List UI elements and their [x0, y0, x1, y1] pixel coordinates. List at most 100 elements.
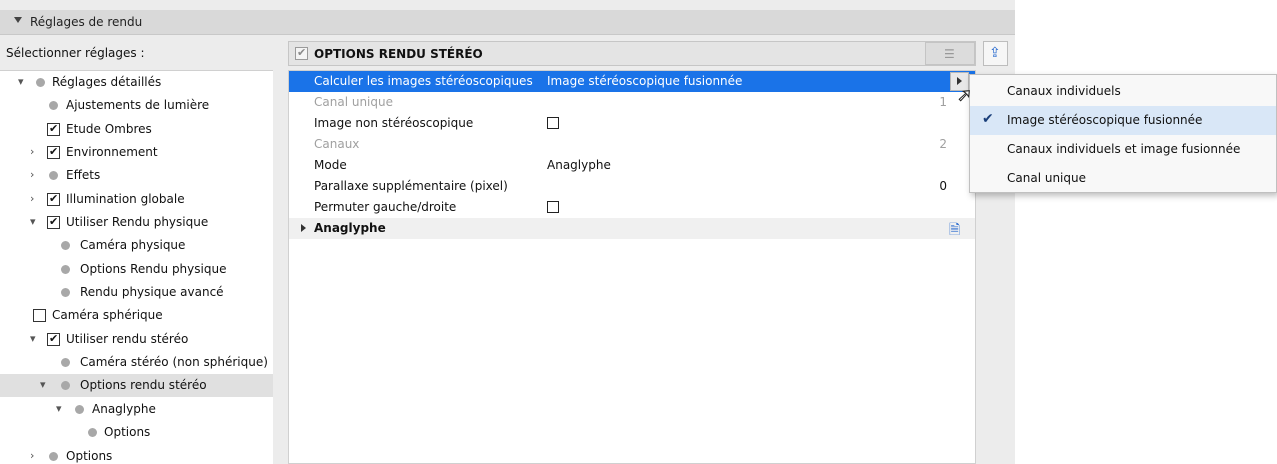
chevron-right-icon[interactable]: › — [30, 450, 40, 462]
dot-icon — [61, 381, 70, 390]
dot-icon — [36, 78, 45, 87]
tree-item-effets[interactable]: › Effets — [0, 164, 273, 187]
tree-item-options-rendu-physique[interactable]: Options Rendu physique — [0, 258, 273, 281]
tree-item-rendu-physique-avance[interactable]: Rendu physique avancé — [0, 281, 273, 304]
property-label: Permuter gauche/droite — [314, 200, 457, 214]
property-label: Parallaxe supplémentaire (pixel) — [314, 179, 508, 193]
dropdown-item-label: Canaux individuels et image fusionnée — [1007, 142, 1241, 156]
property-value[interactable]: 0 — [939, 179, 947, 193]
checkmark-icon: ✔ — [982, 111, 994, 127]
tree-item-camera-stereo[interactable]: Caméra stéréo (non sphérique) — [0, 351, 273, 374]
cursor-icon: ➚ — [956, 85, 973, 107]
property-value[interactable]: Anaglyphe — [547, 158, 611, 172]
tree-item-label: Options rendu stéréo — [80, 378, 207, 392]
header-checkbox[interactable] — [295, 46, 308, 60]
tree-item-anaglyphe-options[interactable]: Options — [0, 421, 273, 444]
property-value: 1 — [939, 95, 947, 109]
tree-item-label: Utiliser Rendu physique — [66, 215, 209, 229]
chevron-down-icon[interactable]: ▾ — [56, 403, 66, 415]
calc-dropdown-menu: Canaux individuels ✔ Image stéréoscopiqu… — [969, 74, 1277, 193]
tree-item-etude-ombres[interactable]: Etude Ombres — [0, 118, 273, 141]
select-settings-label: Sélectionner réglages : — [6, 46, 145, 60]
property-grid: Calculer les images stéréoscopiques Imag… — [288, 70, 976, 464]
dot-icon — [61, 288, 70, 297]
checkbox[interactable] — [47, 122, 60, 136]
property-row-permuter[interactable]: Permuter gauche/droite — [289, 197, 975, 218]
property-row-canal-unique: Canal unique 1 — [289, 92, 975, 113]
list-view-button[interactable]: ☰ — [925, 42, 975, 65]
tree-item-environnement[interactable]: › Environnement — [0, 141, 273, 164]
tree-item-label: Caméra physique — [80, 238, 186, 252]
panel-title: Réglages de rendu — [30, 15, 143, 29]
property-row-parallaxe[interactable]: Parallaxe supplémentaire (pixel) 0 — [289, 176, 975, 197]
tree-item-rendu-physique[interactable]: ▾ Utiliser Rendu physique — [0, 211, 273, 234]
dropdown-item-canal-unique[interactable]: Canal unique — [970, 164, 1276, 193]
tree-item-label: Anaglyphe — [92, 402, 156, 416]
checkbox[interactable] — [47, 192, 60, 206]
property-row-non-stereo[interactable]: Image non stéréoscopique — [289, 113, 975, 134]
property-label: Canal unique — [314, 95, 393, 109]
tree-item-camera-physique[interactable]: Caméra physique — [0, 234, 273, 257]
tree-item-label: Caméra stéréo (non sphérique) — [80, 355, 268, 369]
settings-doc-icon[interactable]: 🗎 — [949, 219, 960, 243]
export-button[interactable]: ⇪ — [983, 41, 1008, 66]
property-value[interactable]: Image stéréoscopique fusionnée — [547, 74, 742, 88]
collapse-triangle-icon[interactable] — [14, 17, 22, 23]
checkbox[interactable] — [47, 332, 60, 346]
panel-titlebar[interactable]: Réglages de rendu — [0, 10, 1015, 35]
tree-item-label: Caméra sphérique — [52, 308, 163, 322]
tree-item-ajustements-lumiere[interactable]: Ajustements de lumière — [0, 94, 273, 117]
dot-icon — [61, 358, 70, 367]
settings-tree: ▾ Réglages détaillés Ajustements de lumi… — [0, 70, 273, 464]
dot-icon — [61, 265, 70, 274]
tree-item-label: Effets — [66, 168, 101, 182]
property-value: 2 — [939, 137, 947, 151]
dropdown-item-image-fusionnee[interactable]: ✔ Image stéréoscopique fusionnée — [970, 106, 1276, 135]
tree-item-label: Options — [104, 425, 151, 439]
tree-item-anaglyphe[interactable]: ▾ Anaglyphe — [0, 398, 273, 421]
dot-icon — [88, 428, 97, 437]
tree-item-label: Options — [66, 449, 113, 463]
render-settings-panel: Réglages de rendu Sélectionner réglages … — [0, 0, 1015, 464]
dot-icon — [49, 171, 58, 180]
options-header: OPTIONS RENDU STÉRÉO — [288, 41, 976, 66]
chevron-down-icon[interactable]: ▾ — [40, 379, 50, 391]
chevron-down-icon[interactable]: ▾ — [30, 216, 40, 228]
chevron-right-icon[interactable]: › — [30, 146, 40, 158]
tree-item-label: Options Rendu physique — [80, 262, 227, 276]
tree-item-camera-spherique[interactable]: Caméra sphérique — [0, 304, 273, 327]
tree-item-label: Etude Ombres — [66, 122, 152, 136]
tree-item-options-rendu-stereo[interactable]: ▾ Options rendu stéréo — [0, 374, 273, 397]
options-header-title: OPTIONS RENDU STÉRÉO — [314, 47, 483, 61]
tree-item-reglages-detailles[interactable]: ▾ Réglages détaillés — [0, 71, 273, 94]
tree-item-illumination-globale[interactable]: › Illumination globale — [0, 188, 273, 211]
property-group-anaglyphe[interactable]: Anaglyphe 🗎 — [289, 218, 975, 239]
non-stereo-checkbox[interactable] — [547, 117, 559, 129]
property-row-calculer[interactable]: Calculer les images stéréoscopiques Imag… — [289, 71, 975, 92]
checkbox[interactable] — [47, 145, 60, 159]
tree-item-label: Environnement — [66, 145, 158, 159]
chevron-down-icon[interactable]: ▾ — [18, 76, 28, 88]
checkbox[interactable] — [33, 309, 46, 322]
chevron-down-icon[interactable]: ▾ — [30, 333, 40, 345]
dropdown-item-canaux-et-image[interactable]: Canaux individuels et image fusionnée — [970, 135, 1276, 164]
tree-item-label: Réglages détaillés — [52, 75, 162, 89]
dropdown-item-canaux-individuels[interactable]: Canaux individuels — [970, 77, 1276, 106]
swap-checkbox[interactable] — [547, 201, 559, 213]
property-label: Image non stéréoscopique — [314, 116, 474, 130]
checkbox[interactable] — [47, 215, 60, 229]
expand-triangle-icon[interactable] — [301, 224, 306, 232]
tree-item-rendu-stereo[interactable]: ▾ Utiliser rendu stéréo — [0, 328, 273, 351]
chevron-right-icon[interactable]: › — [30, 169, 40, 181]
tree-item-options[interactable]: › Options — [0, 445, 273, 464]
group-label: Anaglyphe — [314, 221, 386, 235]
tree-item-label: Ajustements de lumière — [66, 98, 210, 112]
property-label: Canaux — [314, 137, 360, 151]
dropdown-item-label: Canaux individuels — [1007, 84, 1121, 98]
chevron-right-icon[interactable]: › — [30, 193, 40, 205]
dot-icon — [49, 452, 58, 461]
property-label: Mode — [314, 158, 347, 172]
property-row-mode[interactable]: Mode Anaglyphe — [289, 155, 975, 176]
dot-icon — [61, 241, 70, 250]
property-label: Calculer les images stéréoscopiques — [314, 74, 533, 88]
